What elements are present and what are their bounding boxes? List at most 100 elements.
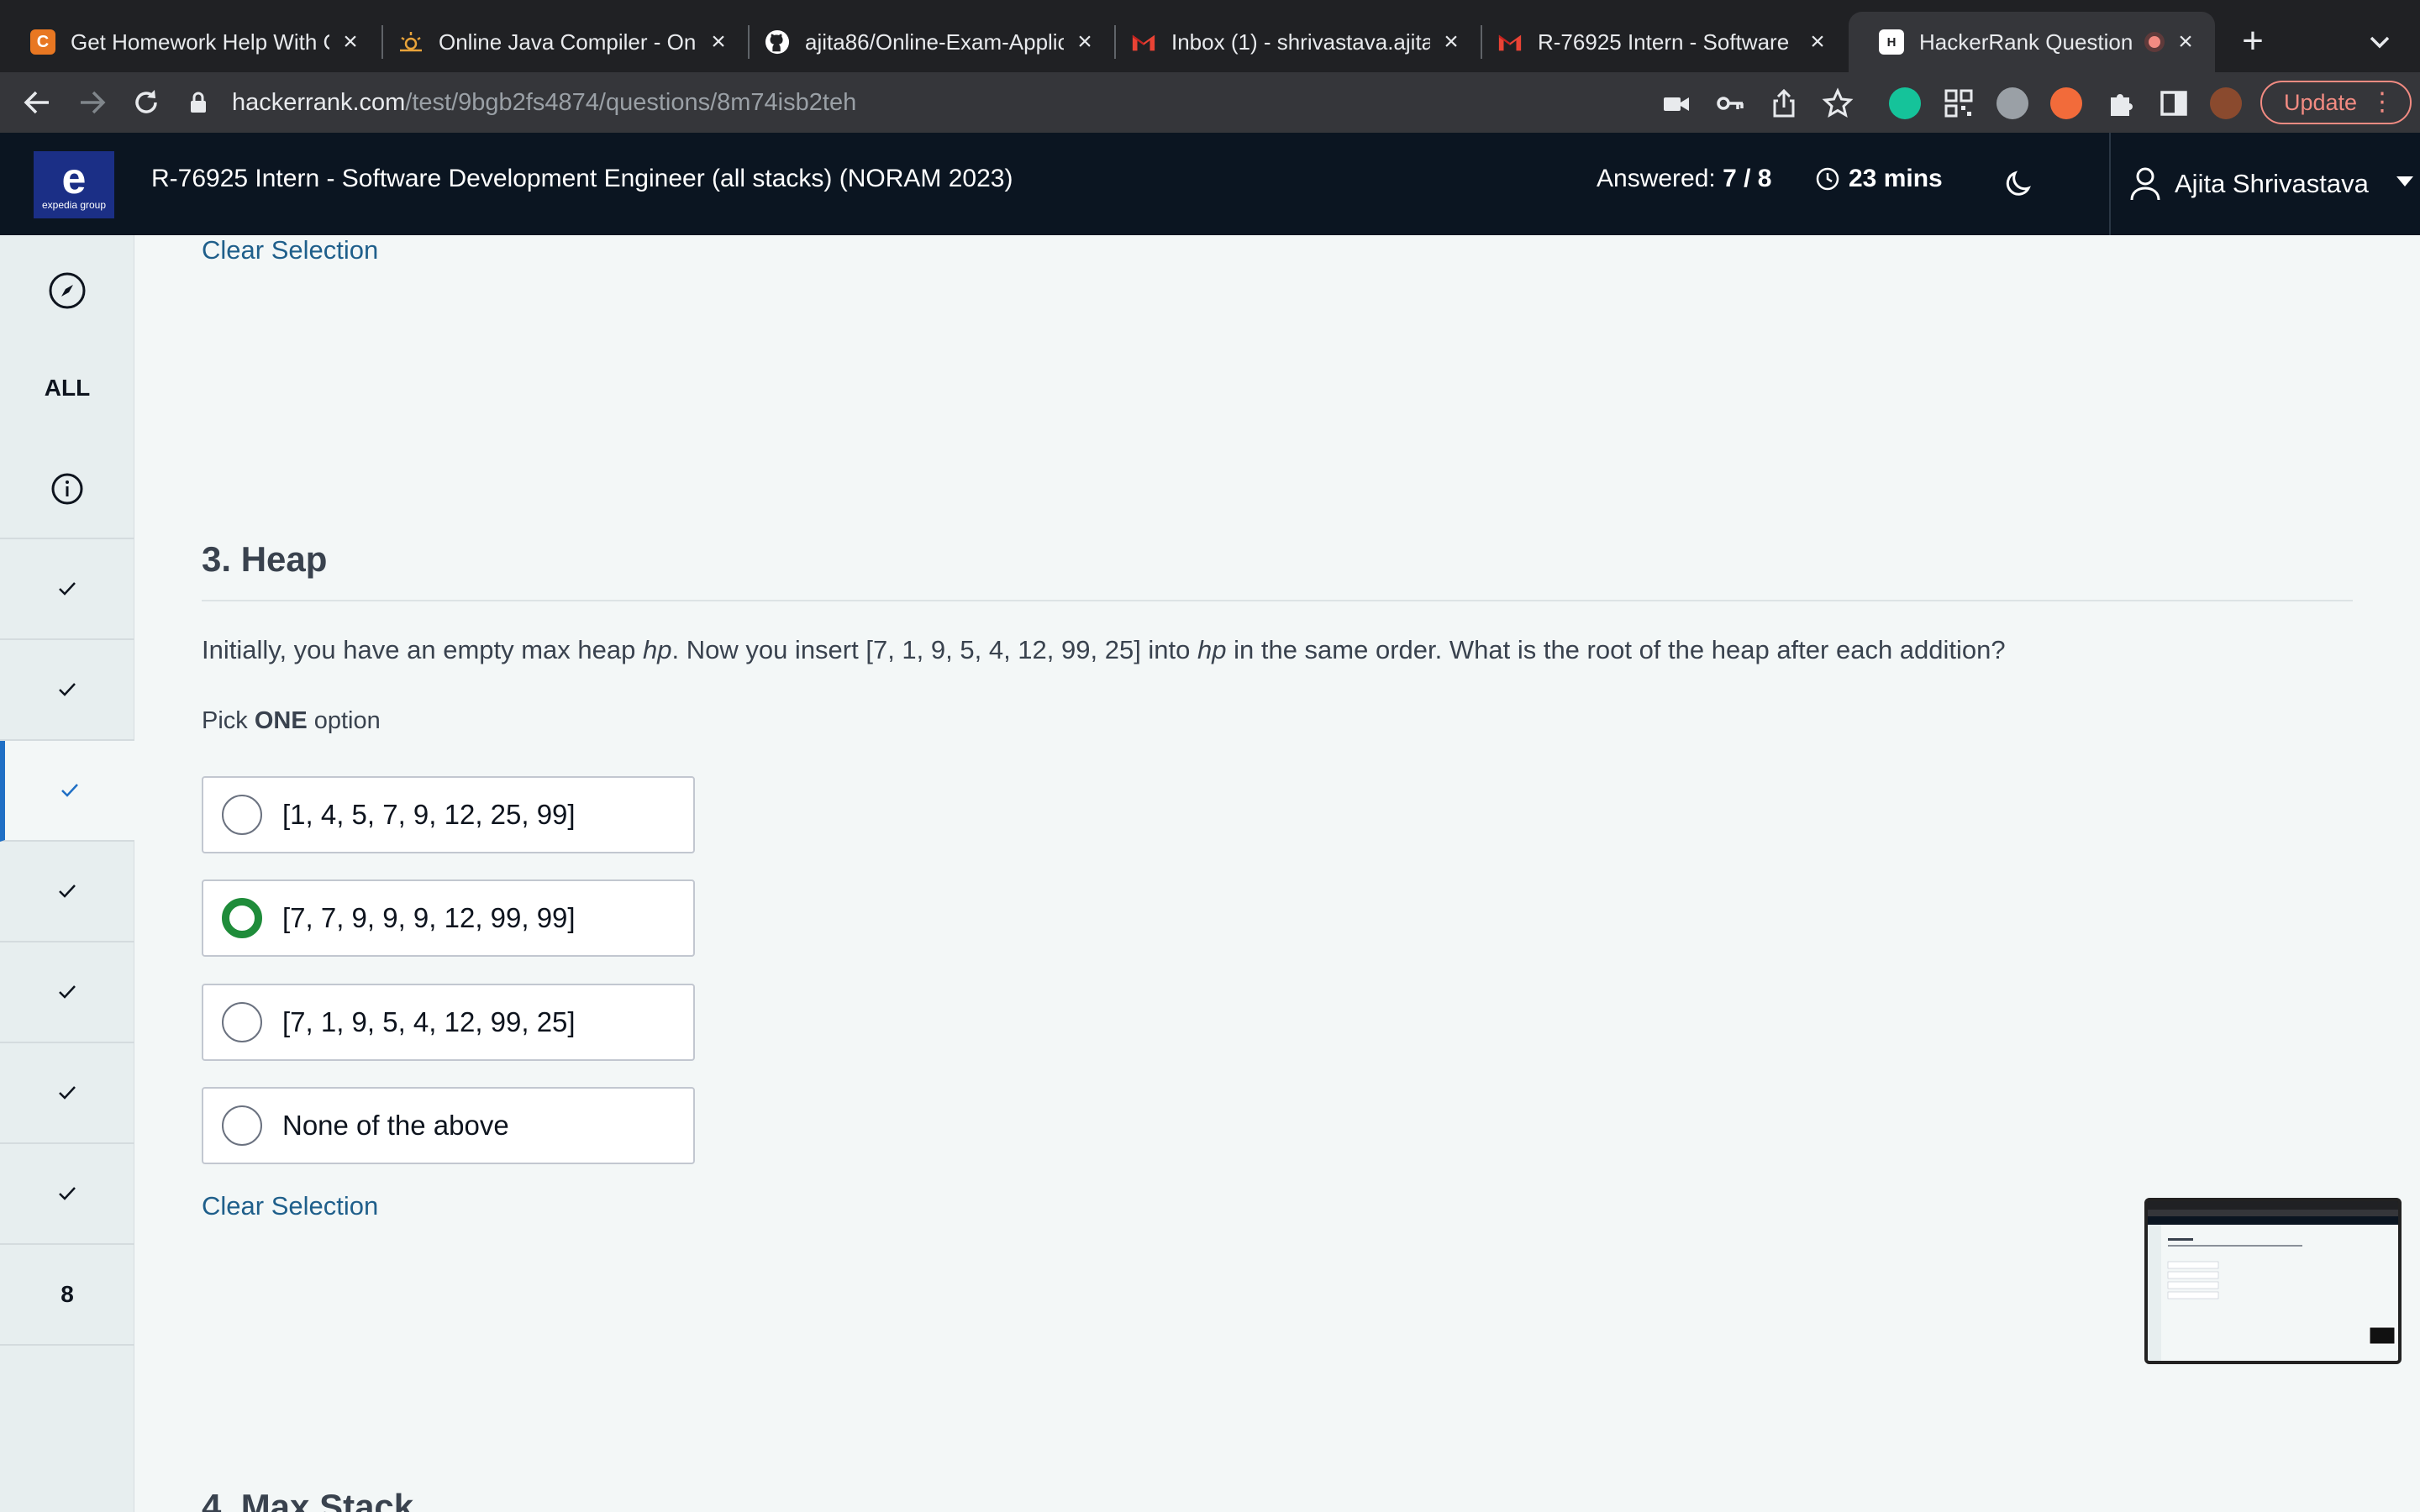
info-button[interactable]: [0, 462, 134, 516]
camera-icon[interactable]: [1660, 87, 1692, 119]
option-label: [1, 4, 5, 7, 9, 12, 25, 99]: [282, 799, 576, 830]
question-text: Initially, you have an empty max heap hp…: [202, 635, 2006, 665]
radio-button-selected[interactable]: [222, 898, 262, 938]
address-bar[interactable]: hackerrank.com/test/9bgb2fs4874/question…: [187, 79, 1867, 126]
pick-bold: ONE: [254, 707, 308, 734]
gmail-icon: [1131, 29, 1156, 55]
browser-tab[interactable]: R-76925 Intern - Software ×: [1467, 12, 1847, 72]
lock-icon[interactable]: [187, 91, 210, 114]
tab-title: Inbox (1) - shrivastava.ajita: [1171, 29, 1430, 55]
sidebar-item-question-7[interactable]: [0, 1144, 134, 1245]
puzzle-icon[interactable]: [2104, 87, 2136, 119]
logo-text: expedia group: [41, 199, 107, 211]
screen-preview-thumbnail[interactable]: [2144, 1198, 2402, 1364]
qr-code-icon[interactable]: [1943, 87, 1975, 119]
option-3[interactable]: [7, 1, 9, 5, 4, 12, 99, 25]: [202, 984, 695, 1061]
screen-preview-image: [2148, 1201, 2398, 1361]
gmail-icon: [1497, 29, 1523, 55]
chegg-icon: C: [30, 29, 55, 55]
close-tab-icon[interactable]: ×: [338, 28, 363, 56]
radio-button[interactable]: [222, 1105, 262, 1146]
sidebar-item-all[interactable]: ALL: [0, 361, 134, 415]
browser-tab[interactable]: Inbox (1) - shrivastava.ajita ×: [1101, 12, 1481, 72]
side-panel-icon[interactable]: [2158, 87, 2190, 119]
check-icon: [59, 1187, 76, 1200]
sidebar-item-question-1[interactable]: [0, 539, 134, 640]
compass-button[interactable]: [0, 264, 134, 318]
pick-suffix: option: [307, 707, 381, 734]
question-sidebar: ALL 8: [0, 235, 134, 1512]
sidebar-item-question-6[interactable]: [0, 1043, 134, 1144]
tab-title: HackerRank Question -: [1919, 29, 2138, 55]
tab-title: ajita86/Online-Exam-Applic: [805, 29, 1064, 55]
browser-tab-active[interactable]: H HackerRank Question - ×: [1849, 12, 2215, 72]
check-icon: [59, 985, 76, 999]
option-4[interactable]: None of the above: [202, 1087, 695, 1164]
close-tab-icon[interactable]: ×: [2173, 28, 2198, 56]
sidebar-item-question-2[interactable]: [0, 640, 134, 741]
close-tab-icon[interactable]: ×: [706, 28, 731, 56]
company-logo: e expedia group: [34, 151, 114, 218]
back-icon[interactable]: [20, 86, 54, 119]
answered-status: Answered: 7 / 8: [1597, 165, 1771, 193]
tab-search-icon[interactable]: [2363, 25, 2396, 59]
star-icon[interactable]: [1822, 87, 1854, 119]
option-1[interactable]: [1, 4, 5, 7, 9, 12, 25, 99]: [202, 776, 695, 853]
clear-selection-link[interactable]: Clear Selection: [202, 1191, 378, 1221]
tab-title: R-76925 Intern - Software: [1538, 29, 1790, 55]
url-path: /test/9bgb2fs4874/questions/8m74isb2teh: [405, 88, 857, 116]
option-label: None of the above: [282, 1110, 509, 1141]
question-variable: hp: [1197, 635, 1227, 664]
question-text-part: Initially, you have an empty max heap: [202, 635, 643, 664]
clear-selection-link-top[interactable]: Clear Selection: [202, 235, 378, 265]
sun-icon: [398, 29, 424, 55]
close-tab-icon[interactable]: ×: [1072, 28, 1097, 56]
close-tab-icon[interactable]: ×: [1805, 28, 1830, 56]
check-icon: [61, 784, 78, 797]
share-icon[interactable]: [1768, 87, 1800, 119]
new-tab-button[interactable]: +: [2232, 20, 2274, 62]
sidebar-item-question-3[interactable]: [0, 741, 134, 842]
browser-tab[interactable]: C Get Homework Help With C ×: [0, 12, 380, 72]
update-button[interactable]: Update ⋮: [2260, 81, 2412, 124]
update-label: Update: [2284, 89, 2358, 115]
test-title: R-76925 Intern - Software Development En…: [151, 165, 1013, 192]
sidebar-item-question-5[interactable]: [0, 942, 134, 1043]
radio-button[interactable]: [222, 1002, 262, 1042]
chevron-down-icon: [2396, 176, 2413, 186]
question-text-part: in the same order. What is the root of t…: [1226, 635, 2006, 664]
grammarly-icon[interactable]: [1889, 87, 1921, 119]
check-icon: [59, 683, 76, 696]
check-icon: [59, 1086, 76, 1100]
user-icon: [2130, 167, 2160, 201]
browser-tab[interactable]: Online Java Compiler - Onl ×: [368, 12, 748, 72]
app-header: e expedia group R-76925 Intern - Softwar…: [0, 133, 2420, 235]
avatar[interactable]: [2210, 87, 2242, 119]
extension-icon[interactable]: [2050, 87, 2082, 119]
check-icon: [59, 885, 76, 898]
radio-button[interactable]: [222, 795, 262, 835]
answered-value: 7 / 8: [1723, 165, 1772, 192]
sidebar-item-question-4[interactable]: [0, 842, 134, 942]
user-menu[interactable]: Ajita Shrivastava: [2109, 133, 2420, 235]
owl-extension-icon[interactable]: [1996, 87, 2028, 119]
timer: 23 mins: [1815, 165, 1943, 193]
hackerrank-icon: H: [1879, 29, 1904, 55]
moon-icon[interactable]: [2003, 166, 2037, 200]
more-menu-icon[interactable]: ⋮: [2370, 89, 2395, 116]
pick-prefix: Pick: [202, 707, 255, 734]
reload-icon[interactable]: [129, 86, 163, 119]
forward-icon[interactable]: [76, 86, 109, 119]
option-label: [7, 7, 9, 9, 9, 12, 99, 99]: [282, 902, 576, 933]
recording-icon: [2144, 32, 2165, 52]
browser-toolbar: hackerrank.com/test/9bgb2fs4874/question…: [0, 72, 2420, 133]
github-icon: [765, 29, 790, 55]
key-icon[interactable]: [1714, 87, 1746, 119]
browser-tab-strip: C Get Homework Help With C × Online Java…: [0, 0, 2420, 72]
sidebar-item-question-8[interactable]: 8: [0, 1245, 134, 1346]
close-tab-icon[interactable]: ×: [1439, 28, 1464, 56]
browser-tab[interactable]: ajita86/Online-Exam-Applic ×: [734, 12, 1114, 72]
option-2[interactable]: [7, 7, 9, 9, 9, 12, 99, 99]: [202, 879, 695, 957]
tab-title: Online Java Compiler - Onl: [439, 29, 697, 55]
question-text-part: . Now you insert [7, 1, 9, 5, 4, 12, 99,…: [671, 635, 1198, 664]
